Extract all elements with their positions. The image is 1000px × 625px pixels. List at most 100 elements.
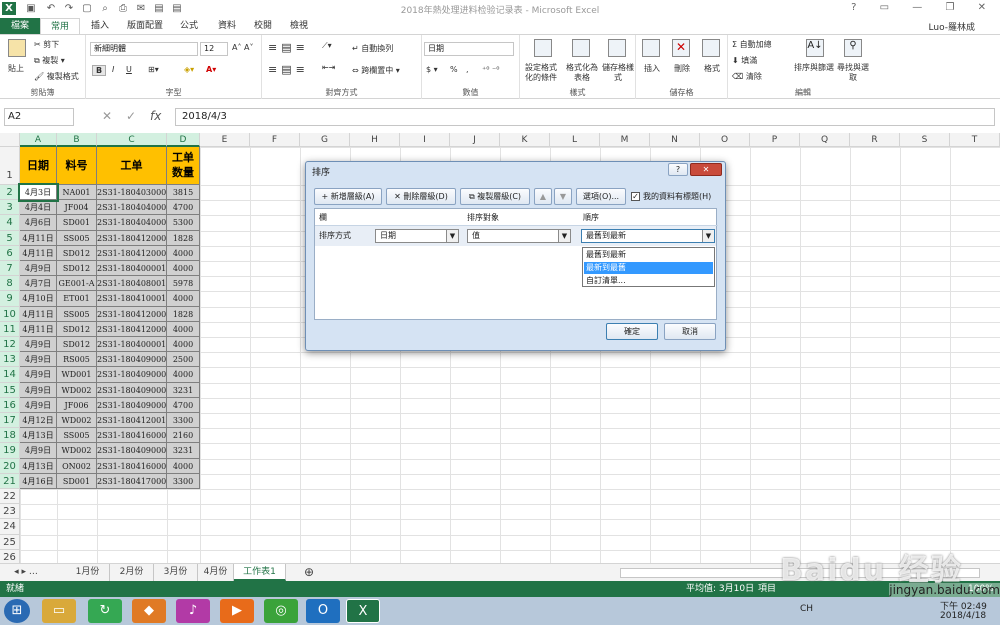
row-header-10[interactable]: 10 <box>0 306 20 322</box>
merge-center-button[interactable]: ⇔ 跨欄置中 ▾ <box>352 65 400 76</box>
table-cell[interactable]: 4月9日 <box>20 443 57 459</box>
column-header-j[interactable]: J <box>450 133 500 147</box>
delete-cells-button[interactable]: 刪除 <box>674 63 690 74</box>
table-cell[interactable]: 2S31-1804120001 <box>97 245 167 261</box>
table-cell[interactable]: 4月11日 <box>20 245 57 261</box>
sheet-tab-feb[interactable]: 2月份 <box>110 564 154 581</box>
font-name-select[interactable]: 新細明體 <box>90 42 198 56</box>
user-name[interactable]: Luo-羅林成 <box>929 20 975 33</box>
table-cell[interactable]: 3815 <box>167 185 200 201</box>
column-header-l[interactable]: L <box>550 133 600 147</box>
header-cell[interactable]: 工单数量 <box>167 147 200 185</box>
table-cell[interactable]: 4月9日 <box>20 367 57 383</box>
table-cell[interactable]: 2S31-1804170008 <box>97 473 167 489</box>
clear-button[interactable]: ⌫ 清除 <box>732 71 762 82</box>
row-header-15[interactable]: 15 <box>0 382 20 398</box>
sort-filter-icon[interactable]: A↓ <box>806 39 824 57</box>
table-cell[interactable]: 3231 <box>167 443 200 459</box>
paste-button[interactable]: 貼上 <box>8 63 24 74</box>
table-cell[interactable]: 2S31-1804120001 <box>97 321 167 337</box>
clock-date[interactable]: 2018/4/18 <box>940 611 986 621</box>
table-cell[interactable]: 3300 <box>167 413 200 429</box>
table-cell[interactable]: NA001 <box>57 185 97 201</box>
table-cell[interactable]: 5978 <box>167 276 200 292</box>
delete-cells-icon[interactable]: ✕ <box>672 39 690 57</box>
table-cell[interactable]: SD001 <box>57 473 97 489</box>
table-cell[interactable]: 4000 <box>167 245 200 261</box>
table-cell[interactable]: 2S31-180400001 <box>97 261 167 277</box>
column-header-b[interactable]: B <box>57 133 97 147</box>
table-cell[interactable]: 2S31-1804100017 <box>97 291 167 307</box>
table-cell[interactable]: 4月9日 <box>20 382 57 398</box>
table-cell[interactable]: WD002 <box>57 382 97 398</box>
row-header-17[interactable]: 17 <box>0 413 20 429</box>
table-cell[interactable]: 4700 <box>167 397 200 413</box>
column-header-a[interactable]: A <box>20 133 57 147</box>
table-cell[interactable]: SD012 <box>57 245 97 261</box>
decimal-icons[interactable]: ⁺⁰ ⁻⁰ <box>482 65 499 74</box>
tab-insert[interactable]: 插入 <box>82 18 118 34</box>
table-cell[interactable]: 2S31-1804030009 <box>97 185 167 201</box>
sheet-tab-jan[interactable]: 1月份 <box>66 564 110 581</box>
wrap-text-button[interactable]: ↵ 自動換列 <box>352 43 393 54</box>
autosum-button[interactable]: Σ 自動加總 <box>732 39 772 50</box>
table-cell[interactable]: 4月9日 <box>20 352 57 368</box>
font-size-select[interactable]: 12 <box>200 42 228 56</box>
table-cell[interactable]: SD012 <box>57 337 97 353</box>
column-header-f[interactable]: F <box>250 133 300 147</box>
table-cell[interactable]: 1828 <box>167 230 200 246</box>
row-header-20[interactable]: 20 <box>0 458 20 474</box>
column-header-d[interactable]: D <box>167 133 200 147</box>
wechat-icon[interactable]: ◎ <box>264 599 298 623</box>
number-format-select[interactable]: 日期 <box>424 42 514 56</box>
table-cell[interactable]: 2S31-1804090008 <box>97 382 167 398</box>
add-level-button[interactable]: + 新增層級(A) <box>314 188 382 205</box>
row-header-21[interactable]: 21 <box>0 473 20 489</box>
font-grow-icon[interactable]: A˄ A˅ <box>232 43 254 52</box>
sort-filter-button[interactable]: 排序與篩選 <box>794 63 834 73</box>
currency-button[interactable]: $ ▾ <box>426 65 438 74</box>
insert-cells-button[interactable]: 插入 <box>644 63 660 74</box>
format-as-table-button[interactable]: 格式化為表格 <box>566 63 598 83</box>
table-cell[interactable]: 4700 <box>167 200 200 216</box>
table-cell[interactable]: 4月6日 <box>20 215 57 231</box>
table-cell[interactable]: GE001-A <box>57 276 97 292</box>
cancel-button[interactable]: 取消 <box>664 323 716 340</box>
function-icon[interactable]: fx <box>150 109 161 123</box>
format-painter-button[interactable]: 🖌 複製格式 <box>34 71 79 82</box>
table-cell[interactable]: 2S31-1804090008 <box>97 443 167 459</box>
table-cell[interactable]: 4月3日 <box>18 182 59 203</box>
row-header-11[interactable]: 11 <box>0 321 20 337</box>
table-cell[interactable]: SD012 <box>57 261 97 277</box>
select-all-corner[interactable] <box>0 133 20 147</box>
table-cell[interactable]: 2160 <box>167 428 200 444</box>
table-cell[interactable]: 4月12日 <box>20 413 57 429</box>
excel-taskbar-icon[interactable]: X <box>346 599 380 623</box>
column-header-r[interactable]: R <box>850 133 900 147</box>
table-cell[interactable]: 2S31-180400001 <box>97 337 167 353</box>
copy-level-button[interactable]: ⧉ 複製層級(C) <box>460 188 530 205</box>
row-header-24[interactable]: 24 <box>0 519 20 535</box>
header-cell[interactable]: 工单 <box>97 147 167 185</box>
order-select[interactable]: 最舊到最新 ▼ <box>581 229 715 243</box>
name-box[interactable]: A2 <box>4 108 74 126</box>
table-cell[interactable]: 4月9日 <box>20 261 57 277</box>
comma-button[interactable]: , <box>466 65 469 74</box>
table-cell[interactable]: SS005 <box>57 230 97 246</box>
table-cell[interactable]: ET001 <box>57 291 97 307</box>
table-cell[interactable]: 4000 <box>167 458 200 474</box>
tab-review[interactable]: 校閱 <box>246 18 280 34</box>
header-cell[interactable]: 料号 <box>57 147 97 185</box>
column-header-h[interactable]: H <box>350 133 400 147</box>
table-cell[interactable]: 4000 <box>167 291 200 307</box>
sort-on-select[interactable]: 值 ▼ <box>467 229 571 243</box>
explorer-icon[interactable]: ▭ <box>42 599 76 623</box>
row-header-6[interactable]: 6 <box>0 245 20 261</box>
ok-button[interactable]: 確定 <box>606 323 658 340</box>
enter-icon[interactable]: ✓ <box>126 109 136 123</box>
ime-lang[interactable]: CH <box>800 604 813 614</box>
table-cell[interactable]: JF004 <box>57 200 97 216</box>
table-cell[interactable]: 2500 <box>167 352 200 368</box>
find-select-button[interactable]: 尋找與選取 <box>836 63 870 83</box>
table-cell[interactable]: SD001 <box>57 215 97 231</box>
